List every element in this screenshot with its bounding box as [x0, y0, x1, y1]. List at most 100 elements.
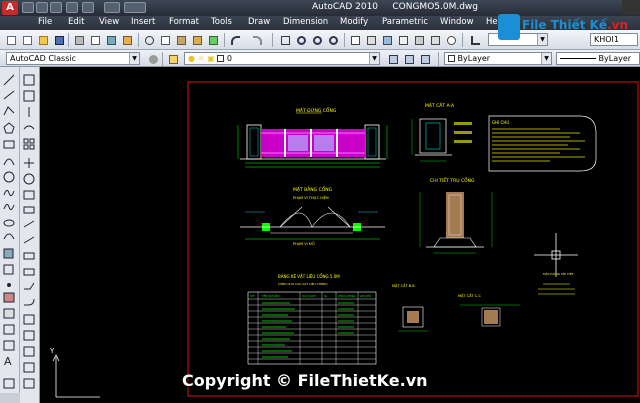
redo-icon[interactable]: [82, 2, 94, 13]
pillar-detail-view: CHI TIẾT TRỤ CỔNG: [419, 176, 493, 254]
linetype-value: ByLayer: [598, 54, 632, 63]
menu-tools[interactable]: Tools: [211, 17, 232, 27]
redo-icon[interactable]: [250, 33, 263, 46]
window-title: AutoCAD 2010 CONGMO5.0M.dwg: [312, 2, 478, 12]
stretch-icon: [23, 206, 35, 214]
copyright-watermark: Copyright © FileThietKe.vn: [182, 371, 428, 390]
menu-format[interactable]: Format: [169, 17, 199, 27]
table-header-note: GHI CHÚ: [360, 293, 371, 298]
design-center-icon[interactable]: [364, 33, 377, 46]
make-block-icon: [3, 264, 14, 275]
right-annotation: [538, 283, 575, 295]
cut-icon[interactable]: [142, 33, 155, 46]
explode-icon: [23, 314, 35, 325]
autocad-logo-icon[interactable]: A: [2, 1, 18, 15]
layer-previous-icon[interactable]: [402, 52, 415, 65]
publish-icon[interactable]: [104, 33, 117, 46]
copy-icon[interactable]: [158, 33, 171, 46]
group-icon: [23, 362, 35, 373]
block-editor-icon[interactable]: [206, 33, 219, 46]
color-swatch-icon: [448, 55, 455, 62]
layer-value: 0: [226, 54, 232, 63]
undo-icon[interactable]: [228, 33, 241, 46]
sheet-set-icon[interactable]: [396, 33, 409, 46]
undo-icon[interactable]: [66, 2, 78, 13]
linetype-control-select[interactable]: ByLayer: [556, 52, 640, 65]
move-icon: [24, 158, 34, 168]
markup-icon[interactable]: [412, 33, 425, 46]
notes-box: GHI CHÚ: [488, 115, 597, 172]
view3-title: MẶT BẰNG CỔNG: [293, 185, 333, 193]
fillet-icon: [24, 298, 35, 306]
paste-icon[interactable]: [174, 33, 187, 46]
layer-walk-icon: [23, 378, 35, 389]
filethietke-logo: File Thiết Kế.vn: [498, 12, 628, 44]
menu-view[interactable]: View: [99, 17, 119, 27]
layer-properties-icon[interactable]: [166, 52, 179, 65]
insert-block-icon: [3, 248, 14, 259]
zoom-window-icon[interactable]: [310, 33, 323, 46]
help-icon[interactable]: [444, 33, 457, 46]
construction-line-icon: [3, 90, 15, 100]
workspace-select[interactable]: AutoCAD Classic ▼: [6, 52, 140, 65]
open-icon[interactable]: [36, 2, 48, 13]
gradient-icon: [3, 308, 15, 319]
polyline-icon: [3, 106, 15, 116]
menu-edit[interactable]: Edit: [68, 17, 84, 27]
zoom-realtime-icon[interactable]: [294, 33, 307, 46]
menu-insert[interactable]: Insert: [131, 17, 155, 27]
gear-icon[interactable]: [146, 52, 159, 65]
offset-icon: [23, 125, 35, 130]
properties-panel-icon: [23, 330, 35, 341]
chamfer-icon: [24, 282, 35, 290]
tool-palettes-icon[interactable]: [380, 33, 393, 46]
menu-modify[interactable]: Modify: [340, 17, 368, 27]
view3-subtitle: PHẠM VI THỰC HIỆN: [293, 195, 329, 200]
make-current-icon[interactable]: [386, 52, 399, 65]
detail3-title: MẶT ĐỨNG CHI TIẾT: [543, 270, 574, 276]
properties-icon[interactable]: [348, 33, 361, 46]
layer-state-icon[interactable]: [418, 52, 431, 65]
print-preview-icon[interactable]: [124, 2, 146, 13]
menu-draw[interactable]: Draw: [248, 17, 270, 27]
save-icon[interactable]: [50, 2, 62, 13]
break-icon: [23, 252, 35, 260]
lock-icon: ▣: [207, 54, 215, 63]
lightbulb-icon: ●: [188, 54, 195, 63]
detail2-title: MẶT CẮT C-C: [458, 293, 481, 298]
table-header-stt: STT: [250, 294, 255, 298]
menu-parametric[interactable]: Parametric: [382, 17, 428, 27]
left-toolbar-icons: A: [0, 74, 35, 403]
color-value: ByLayer: [457, 54, 491, 63]
plot-icon[interactable]: [72, 33, 85, 46]
menu-window[interactable]: Window: [440, 17, 474, 27]
plot-icon[interactable]: [104, 2, 120, 13]
file-icon: [498, 14, 520, 40]
menu-dimension[interactable]: Dimension: [283, 17, 328, 27]
material-table: BẢNG KÊ VẬT LIỆU CỔNG 5.0M (TÍNH CHO CÁC…: [247, 274, 377, 365]
logo-domain: .vn: [607, 18, 629, 32]
zoom-previous-icon[interactable]: [326, 33, 339, 46]
pan-icon[interactable]: [278, 33, 291, 46]
quickcalc-icon[interactable]: [428, 33, 441, 46]
match-properties-icon[interactable]: [190, 33, 203, 46]
menu-file[interactable]: File: [38, 17, 52, 27]
new-icon[interactable]: [22, 2, 34, 13]
multiline-text-icon: A: [4, 355, 12, 368]
new-icon[interactable]: [4, 33, 17, 46]
spline-icon: [3, 203, 15, 211]
close-icon[interactable]: [622, 0, 640, 15]
text-style-icon[interactable]: [468, 33, 481, 46]
qnew-icon[interactable]: [20, 33, 33, 46]
color-control-select[interactable]: ByLayer ▼: [444, 52, 552, 65]
table-header-qty: SL: [324, 294, 328, 298]
plot-preview-icon[interactable]: [88, 33, 101, 46]
section-b-detail: MẶT CẮT B-B: [392, 283, 428, 332]
array-icon: [23, 138, 29, 144]
open-icon[interactable]: [36, 33, 49, 46]
drawing-svg: MẶT ĐỨNG CỔNG MẶT CẮT A-A GHI CHÚ MẶT BẰ…: [49, 81, 639, 398]
save-icon[interactable]: [52, 33, 65, 46]
3d-dwf-icon[interactable]: [120, 33, 133, 46]
hatch-icon: [3, 292, 15, 303]
layer-select[interactable]: ● ☼ ▣ 0 ▼: [184, 52, 380, 65]
